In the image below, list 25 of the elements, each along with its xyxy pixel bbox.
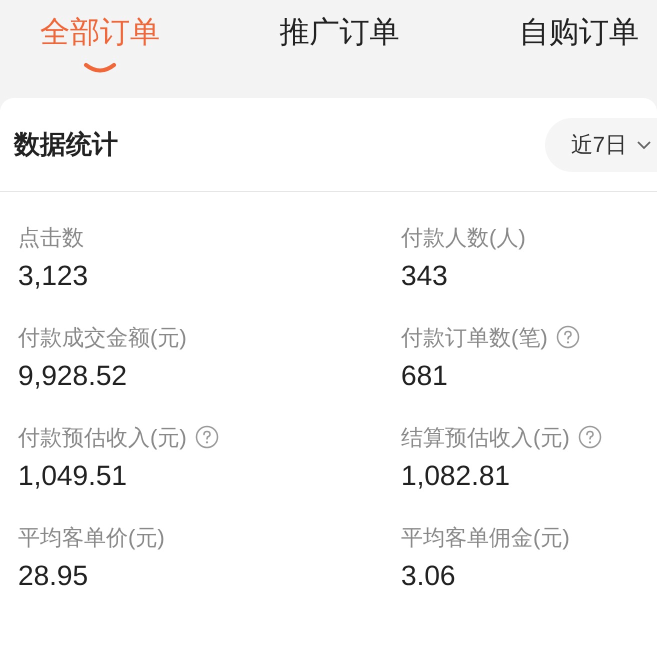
metric-label: 平均客单佣金(元): [401, 524, 570, 552]
metric-label: 点击数: [18, 224, 84, 252]
metric-label: 付款成交金额(元): [18, 324, 187, 352]
metric-label: 付款人数(人): [401, 224, 526, 252]
order-tab[interactable]: 推广订单: [280, 14, 400, 52]
period-dropdown[interactable]: 近7日: [544, 118, 657, 172]
smile-indicator-icon: [83, 62, 117, 74]
chevron-down-icon: [637, 140, 651, 150]
metric-value: 3.06: [401, 559, 456, 593]
metric-label: 结算预估收入(元): [401, 424, 570, 452]
metric-value: 681: [401, 359, 449, 393]
metric-value: 343: [401, 259, 449, 293]
card-title: 数据统计: [14, 128, 118, 161]
metric-value: 9,928.52: [18, 359, 128, 393]
metric-value: 3,123: [18, 259, 90, 293]
metric-value: 1,049.51: [18, 459, 128, 493]
metric-value: 1,082.81: [401, 459, 511, 493]
metric-label: 平均客单价(元): [18, 524, 165, 552]
metric-label: 付款预估收入(元): [18, 424, 187, 452]
metric-label: 付款订单数(笔): [401, 324, 548, 352]
order-tab[interactable]: 自购订单: [519, 14, 639, 52]
help-icon[interactable]: [194, 425, 219, 449]
help-icon[interactable]: [578, 425, 602, 449]
metric-value: 28.95: [18, 559, 90, 593]
help-icon[interactable]: [556, 325, 580, 349]
